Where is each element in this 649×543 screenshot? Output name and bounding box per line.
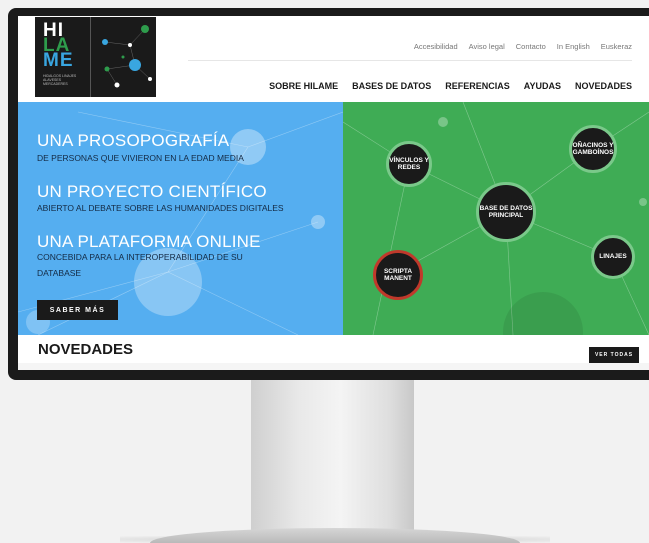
utility-nav: Accesibilidad Aviso legal Contacto In En… <box>414 42 632 51</box>
nav-aviso-legal[interactable]: Aviso legal <box>469 42 505 51</box>
hero-heading-proyecto: UN PROYECTO CIENTÍFICO <box>37 182 267 201</box>
nav-novedades[interactable]: NOVEDADES <box>575 81 632 91</box>
hilame-logo[interactable]: HI LA ME HIDALGOS LINAJES ALAVESES MERCA… <box>35 17 156 97</box>
monitor-base <box>150 528 520 543</box>
nav-referencias[interactable]: REFERENCIAS <box>445 81 510 91</box>
hero-heading-prosopografia: UNA PROSOPOGRAFÍA <box>37 131 230 150</box>
vinculos-redes-bubble[interactable]: VÍNCULOS Y REDES <box>386 141 432 187</box>
main-nav: SOBRE HILAME BASES DE DATOS REFERENCIAS … <box>269 81 632 91</box>
website-screen: HI LA ME HIDALGOS LINAJES ALAVESES MERCA… <box>18 16 649 370</box>
monitor-frame: HI LA ME HIDALGOS LINAJES ALAVESES MERCA… <box>8 8 649 380</box>
ver-todas-button[interactable]: VER TODAS <box>589 347 639 363</box>
nav-divider <box>188 60 632 61</box>
nav-in-english[interactable]: In English <box>557 42 590 51</box>
scripta-manent-bubble[interactable]: SCRIPTA MANENT <box>373 250 423 300</box>
nav-euskeraz[interactable]: Euskeraz <box>601 42 632 51</box>
nav-accesibilidad[interactable]: Accesibilidad <box>414 42 458 51</box>
hero-intro-panel: UNA PROSOPOGRAFÍA DE PERSONAS QUE VIVIER… <box>18 102 343 335</box>
nav-contacto[interactable]: Contacto <box>516 42 546 51</box>
base-datos-principal-bubble[interactable]: BASE DE DATOS PRINCIPAL <box>476 182 536 242</box>
content-below-fold <box>18 363 649 370</box>
database-network-panel: VÍNCULOS Y REDES OÑACINOS Y GAMBOÍNOS BA… <box>343 102 649 335</box>
monitor-stand <box>251 380 414 530</box>
onacinos-gamboinos-bubble[interactable]: OÑACINOS Y GAMBOÍNOS <box>569 125 617 173</box>
hero-sub-prosopografia: DE PERSONAS QUE VIVIERON EN LA EDAD MEDI… <box>37 153 244 163</box>
saber-mas-button[interactable]: SABER MÁS <box>37 300 118 320</box>
hero-sub-database: DATABASE <box>37 268 82 278</box>
logo-network-graphic <box>102 25 152 88</box>
linajes-bubble[interactable]: LINAJES <box>591 235 635 279</box>
novedades-heading: NOVEDADES <box>38 341 134 358</box>
hero-sub-plataforma: CONCEBIDA PARA LA INTEROPERABILIDAD DE S… <box>37 252 243 262</box>
hero-heading-plataforma: UNA PLATAFORMA ONLINE <box>37 232 261 251</box>
nav-bases-de-datos[interactable]: BASES DE DATOS <box>352 81 431 91</box>
hero-sub-proyecto: ABIERTO AL DEBATE SOBRE LAS HUMANIDADES … <box>37 203 284 213</box>
nav-ayudas[interactable]: AYUDAS <box>524 81 561 91</box>
nav-sobre-hilame[interactable]: SOBRE HILAME <box>269 81 338 91</box>
